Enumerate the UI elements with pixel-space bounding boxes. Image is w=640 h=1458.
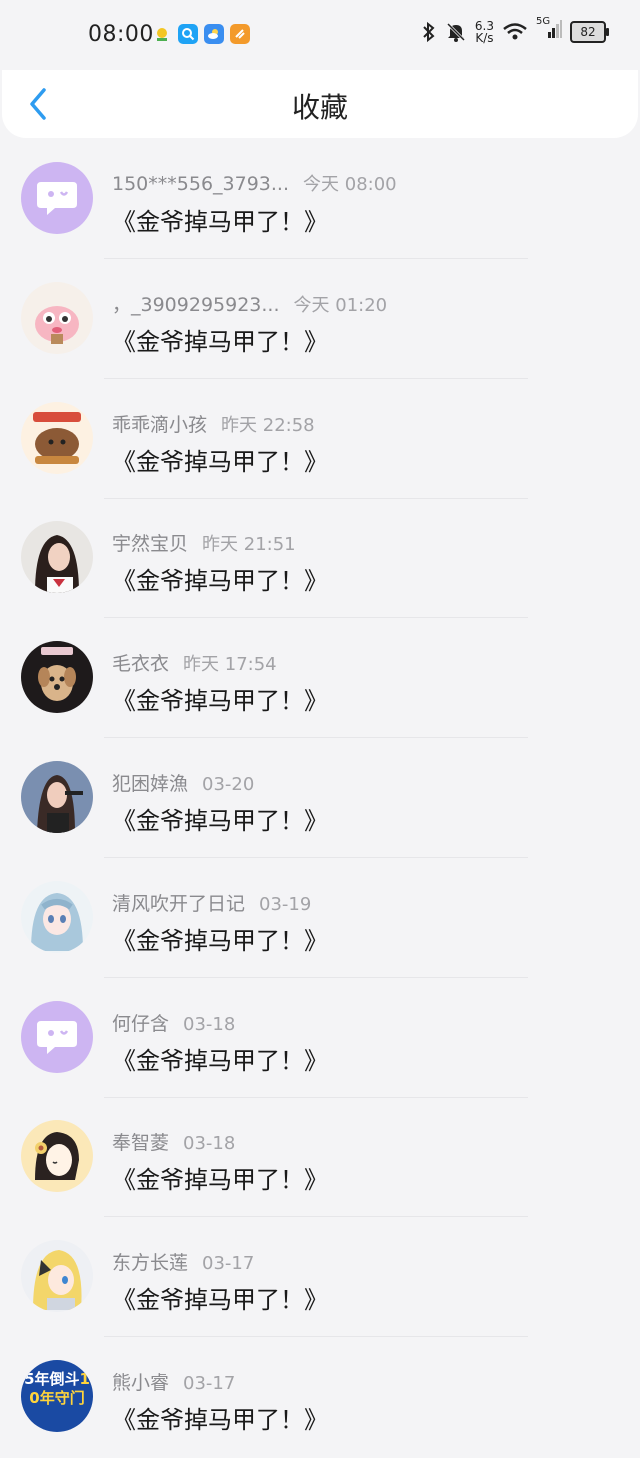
- list-item[interactable]: 奉智菱 03-18 《金爷掉马甲了！》: [0, 1098, 640, 1218]
- user-name: 熊小睿: [112, 1371, 170, 1394]
- status-time: 08:00: [88, 22, 154, 47]
- item-meta: 清风吹开了日记 03-19: [112, 889, 311, 916]
- avatar[interactable]: [21, 401, 93, 474]
- user-name: 乖乖滴小孩: [112, 413, 208, 436]
- net-speed-unit: K/s: [475, 31, 494, 45]
- item-meta: 150***556_3793... 今天 08:00: [112, 170, 397, 196]
- message-text: 《金爷掉马甲了！》: [112, 1405, 328, 1434]
- chat-bubble-icon: [37, 1020, 77, 1054]
- message-text: 《金爷掉马甲了！》: [112, 806, 328, 835]
- item-meta: 何仔含 03-18: [112, 1009, 235, 1036]
- message-text: 《金爷掉马甲了！》: [112, 208, 328, 236]
- user-name: 毛衣衣: [112, 653, 170, 676]
- mute-icon: [446, 22, 465, 42]
- status-bar: 08:00 6.3 K/s 5G 82: [0, 0, 640, 70]
- avatar[interactable]: [21, 162, 93, 234]
- avatar[interactable]: [21, 1000, 93, 1073]
- list-item[interactable]: ，_3909295923... 今天 01:20 《金爷掉马甲了！》: [0, 260, 640, 380]
- timestamp: 03-19: [259, 893, 312, 915]
- message-text: 《金爷掉马甲了！》: [112, 1046, 328, 1075]
- user-name: 东方长莲: [112, 1252, 189, 1275]
- avatar[interactable]: [21, 760, 93, 833]
- avatar[interactable]: 5年倒斗10年守门: [21, 1359, 93, 1432]
- app-notification-icon: [152, 24, 172, 44]
- battery-level: 82: [580, 25, 596, 39]
- user-name: 何仔含: [112, 1012, 170, 1035]
- item-meta: 宇然宝贝 昨天 21:51: [112, 529, 296, 556]
- timestamp: 今天 01:20: [293, 294, 388, 316]
- timestamp: 03-20: [202, 773, 255, 795]
- app-header: 收藏: [2, 70, 638, 138]
- orange-app-icon: [230, 24, 250, 44]
- message-text: 《金爷掉马甲了！》: [112, 567, 328, 596]
- item-meta: 犯困婞漁 03-20: [112, 769, 254, 796]
- message-text: 《金爷掉马甲了！》: [112, 687, 328, 716]
- list-item[interactable]: 清风吹开了日记 03-19 《金爷掉马甲了！》: [0, 859, 640, 979]
- item-meta: 毛衣衣 昨天 17:54: [112, 649, 277, 676]
- page-title: 收藏: [291, 91, 348, 124]
- list-item[interactable]: 何仔含 03-18 《金爷掉马甲了！》: [0, 979, 640, 1099]
- timestamp: 03-18: [183, 1133, 236, 1155]
- user-name: 犯困婞漁: [112, 772, 189, 795]
- battery-indicator: 82: [570, 21, 609, 43]
- list-item[interactable]: 犯困婞漁 03-20 《金爷掉马甲了！》: [0, 739, 640, 859]
- message-text: 《金爷掉马甲了！》: [112, 327, 328, 356]
- user-name: 奉智菱: [112, 1132, 170, 1155]
- list-item[interactable]: 毛衣衣 昨天 17:54 《金爷掉马甲了！》: [0, 619, 640, 739]
- avatar[interactable]: [21, 880, 93, 953]
- timestamp: 昨天 17:54: [183, 654, 277, 676]
- item-meta: 熊小睿 03-17: [112, 1368, 235, 1395]
- notification-icons: [152, 24, 250, 44]
- wifi-icon: [503, 23, 527, 40]
- avatar[interactable]: [21, 1120, 93, 1193]
- message-text: 《金爷掉马甲了！》: [112, 447, 328, 476]
- item-meta: 东方长莲 03-17: [112, 1248, 254, 1275]
- timestamp: 03-17: [183, 1372, 236, 1394]
- list-item[interactable]: 宇然宝贝 昨天 21:51 《金爷掉马甲了！》: [0, 499, 640, 619]
- avatar[interactable]: [21, 1240, 93, 1313]
- signal-type: 5G: [536, 16, 551, 27]
- signal-icon: 5G: [536, 16, 562, 44]
- avatar[interactable]: [21, 521, 93, 594]
- chat-bubble-icon: [37, 182, 77, 215]
- user-name: 150***556_3793...: [112, 173, 290, 195]
- user-name: 宇然宝贝: [112, 533, 189, 556]
- avatar[interactable]: [21, 281, 93, 354]
- favorites-list: 150***556_3793... 今天 08:00 《金爷掉马甲了！》 ，_39…: [0, 140, 640, 1458]
- list-item[interactable]: 东方长莲 03-17 《金爷掉马甲了！》: [0, 1218, 640, 1338]
- avatar-poster-text: 5年倒斗10年守门: [24, 1369, 90, 1407]
- timestamp: 昨天 21:51: [202, 534, 296, 556]
- message-text: 《金爷掉马甲了！》: [112, 1286, 328, 1315]
- weather-app-icon: [204, 24, 224, 44]
- network-speed: 6.3 K/s: [475, 20, 494, 44]
- item-meta: ，_3909295923... 今天 01:20: [112, 290, 387, 317]
- search-app-icon: [178, 24, 198, 44]
- list-item[interactable]: 5年倒斗10年守门 熊小睿 03-17 《金爷掉马甲了！》: [0, 1338, 640, 1458]
- item-meta: 奉智菱 03-18: [112, 1128, 235, 1155]
- list-item[interactable]: 乖乖滴小孩 昨天 22:58 《金爷掉马甲了！》: [0, 380, 640, 500]
- avatar[interactable]: [21, 641, 93, 714]
- timestamp: 03-18: [183, 1013, 236, 1035]
- timestamp: 昨天 22:58: [221, 414, 315, 436]
- item-meta: 乖乖滴小孩 昨天 22:58: [112, 410, 315, 437]
- status-icons: 6.3 K/s 5G 82: [421, 16, 609, 44]
- bluetooth-icon: [423, 21, 435, 43]
- timestamp: 今天 08:00: [303, 174, 397, 195]
- list-item[interactable]: 150***556_3793... 今天 08:00 《金爷掉马甲了！》: [0, 140, 640, 260]
- user-name: 清风吹开了日记: [112, 892, 246, 915]
- user-name: ，_3909295923...: [112, 293, 280, 316]
- message-text: 《金爷掉马甲了！》: [112, 926, 328, 955]
- timestamp: 03-17: [202, 1253, 255, 1275]
- message-text: 《金爷掉马甲了！》: [112, 1166, 328, 1195]
